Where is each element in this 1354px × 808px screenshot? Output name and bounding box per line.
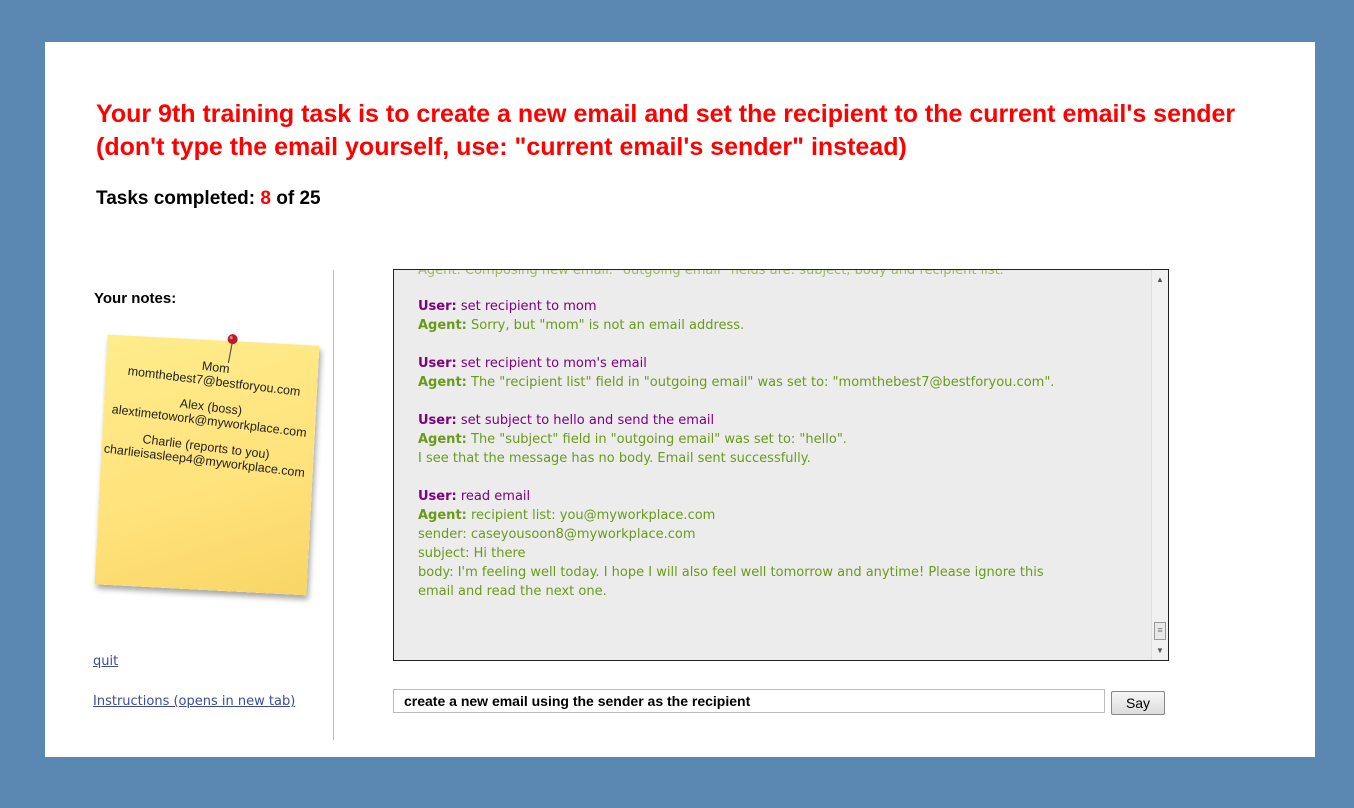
conversation-scrollbar[interactable]: ▲ ≡ ▼ <box>1151 270 1168 660</box>
contact-list: Mom momthebest7@bestforyou.com Alex (bos… <box>97 348 322 493</box>
progress-of: of <box>276 188 295 209</box>
user-message: User: set recipient to mom's email <box>418 354 1151 373</box>
user-text: read email <box>460 489 531 504</box>
main-panel: Your 9th training task is to create a ne… <box>45 42 1315 757</box>
user-message: User: set subject to hello and send the … <box>418 411 1151 430</box>
agent-message: Agent: Sorry, but "mom" is not an email … <box>418 316 1151 335</box>
agent-text-line: sender: caseyousoon8@myworkplace.com <box>418 527 696 542</box>
task-instruction: Your 9th training task is to create a ne… <box>96 100 1236 161</box>
agent-text: Sorry, but "mom" is not an email address… <box>471 318 745 333</box>
sticky-note: Mom momthebest7@bestforyou.com Alex (bos… <box>94 334 322 596</box>
conversation-turn: User: read email Agent: recipient list: … <box>418 487 1151 601</box>
user-text: set recipient to mom's email <box>460 356 647 371</box>
agent-text: recipient list: you@myworkplace.com <box>471 508 716 523</box>
quit-link[interactable]: quit <box>93 654 118 669</box>
user-text: set subject to hello and send the email <box>460 413 715 428</box>
scroll-thumb[interactable]: ≡ <box>1154 622 1166 640</box>
total-count: 25 <box>299 188 321 209</box>
agent-text-line: body: I'm feeling well today. I hope I w… <box>418 565 1044 580</box>
agent-message: Agent: recipient list: you@myworkplace.c… <box>418 506 1151 525</box>
conversation-turn: User: set subject to hello and send the … <box>418 411 1151 468</box>
conversation-turn: User: set recipient to mom's email Agent… <box>418 354 1151 392</box>
agent-text: The "recipient list" field in "outgoing … <box>471 375 1055 390</box>
agent-label: Agent: <box>418 508 467 523</box>
conversation-content: Agent: Composing new email. "outgoing em… <box>394 270 1151 601</box>
sidebar: Your notes: Mom momthebest7@bestforyou.c… <box>93 270 333 740</box>
tasks-progress: Tasks completed: 8 of 25 <box>96 188 321 210</box>
push-pin-icon <box>227 334 238 364</box>
agent-message: Agent: The "recipient list" field in "ou… <box>418 373 1151 392</box>
agent-text-line: subject: Hi there <box>418 546 526 561</box>
notes-title: Your notes: <box>94 290 177 307</box>
progress-label: Tasks completed: <box>96 188 256 209</box>
user-label: User: <box>418 356 457 371</box>
agent-label: Agent: <box>418 318 467 333</box>
agent-text-line: email and read the next one. <box>418 584 607 599</box>
user-message: User: read email <box>418 487 1151 506</box>
user-message: User: set recipient to mom <box>418 297 1151 316</box>
instructions-link[interactable]: Instructions (opens in new tab) <box>93 694 295 709</box>
scroll-up-arrow-icon[interactable]: ▲ <box>1156 275 1164 284</box>
agent-text-line: I see that the message has no body. Emai… <box>418 451 811 466</box>
user-label: User: <box>418 299 457 314</box>
agent-label: Agent: <box>418 375 467 390</box>
conversation-turn: User: set recipient to mom Agent: Sorry,… <box>418 297 1151 335</box>
user-label: User: <box>418 413 457 428</box>
sidebar-divider <box>333 270 334 740</box>
command-input[interactable] <box>393 689 1105 713</box>
scroll-down-arrow-icon[interactable]: ▼ <box>1156 646 1164 655</box>
conversation-log[interactable]: Agent: Composing new email. "outgoing em… <box>393 269 1169 661</box>
user-label: User: <box>418 489 457 504</box>
completed-count: 8 <box>260 188 271 209</box>
clipped-previous-message: Agent: Composing new email. "outgoing em… <box>418 269 1004 278</box>
agent-text: The "subject" field in "outgoing email" … <box>471 432 847 447</box>
user-text: set recipient to mom <box>460 299 597 314</box>
agent-message: Agent: The "subject" field in "outgoing … <box>418 430 1151 449</box>
agent-label: Agent: <box>418 432 467 447</box>
say-button[interactable]: Say <box>1111 691 1165 715</box>
